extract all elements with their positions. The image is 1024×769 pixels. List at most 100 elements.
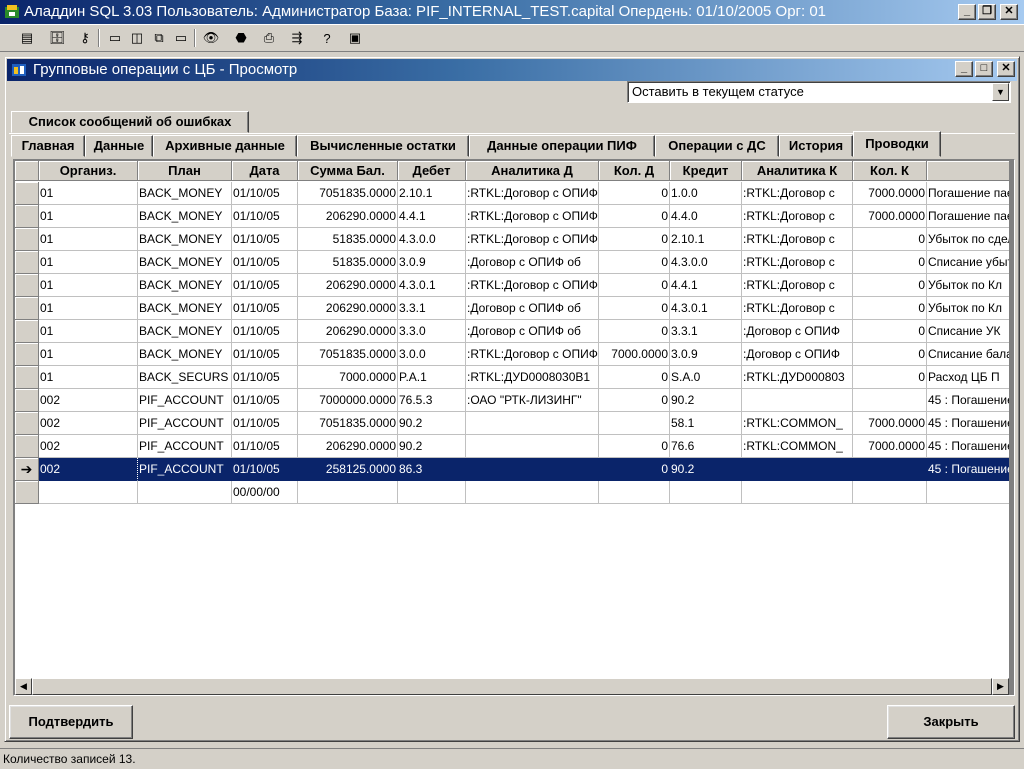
table-cell[interactable]	[466, 481, 599, 504]
export-icon[interactable]: ⇶	[286, 28, 308, 48]
table-cell[interactable]: 90.2	[670, 458, 742, 481]
table-cell[interactable]: 01/10/05	[232, 297, 298, 320]
column-header[interactable]	[927, 161, 1009, 181]
table-cell[interactable]: Списание УК	[927, 320, 1009, 343]
list-icon[interactable]: ▤	[16, 28, 38, 48]
binoculars-icon[interactable]: 👁	[200, 28, 222, 48]
child-close-button[interactable]: ✕	[997, 61, 1015, 77]
table-cell[interactable]: 01/10/05	[232, 389, 298, 412]
postings-grid[interactable]: Организ. План Дата Сумма Бал. Дебет Аналитика…	[13, 159, 1015, 696]
table-cell[interactable]: 4.3.0.1	[398, 274, 466, 297]
row-indicator[interactable]	[15, 182, 39, 205]
table-cell[interactable]: PIF_ACCOUNT	[138, 412, 232, 435]
tab-main[interactable]: Главная	[11, 135, 85, 157]
table-cell[interactable]: 01/10/05	[232, 205, 298, 228]
table-cell[interactable]: :RTKL:Договор с ОПИФ	[466, 274, 599, 297]
table-cell[interactable]: BACK_SECURS	[138, 366, 232, 389]
table-cell[interactable]: 58.1	[670, 412, 742, 435]
table-cell[interactable]	[742, 458, 853, 481]
table-cell[interactable]: 4.4.1	[670, 274, 742, 297]
table-cell[interactable]	[466, 412, 599, 435]
table-cell[interactable]: 7000.0000	[853, 412, 927, 435]
row-indicator[interactable]	[15, 251, 39, 274]
table-cell[interactable]: 002	[39, 412, 138, 435]
restore-button[interactable]: ❐	[978, 4, 996, 20]
table-cell[interactable]: BACK_MONEY	[138, 343, 232, 366]
table-cell[interactable]: 3.0.0	[398, 343, 466, 366]
table-cell[interactable]: 7000.0000	[853, 205, 927, 228]
table-cell[interactable]: :ОАО "РТК-ЛИЗИНГ"	[466, 389, 599, 412]
table-cell[interactable]: 01	[39, 205, 138, 228]
stop-icon[interactable]: ⬣	[230, 28, 252, 48]
row-indicator[interactable]	[15, 481, 39, 504]
table-cell[interactable]: :RTKL:Договор с ОПИФ	[466, 182, 599, 205]
table-cell[interactable]: 4.4.1	[398, 205, 466, 228]
table-cell[interactable]: 0	[853, 251, 927, 274]
table-cell[interactable]: BACK_MONEY	[138, 274, 232, 297]
table-cell[interactable]: BACK_MONEY	[138, 297, 232, 320]
window-icon[interactable]: ▭	[104, 28, 126, 48]
table-cell[interactable]: :RTKL:Договор с ОПИФ	[466, 205, 599, 228]
table-cell[interactable]	[466, 435, 599, 458]
table-cell[interactable]: 206290.0000	[298, 297, 398, 320]
table-cell[interactable]: :RTKL:Договор с ОПИФ	[466, 343, 599, 366]
table-cell[interactable]: 7000.0000	[853, 435, 927, 458]
table-cell[interactable]: S.A.0	[670, 366, 742, 389]
table-cell[interactable]	[39, 481, 138, 504]
tile-vertical-icon[interactable]: ◫	[126, 28, 148, 48]
table-cell[interactable]: 0	[599, 251, 670, 274]
table-cell[interactable]: 7000000.0000	[298, 389, 398, 412]
table-cell[interactable]	[466, 458, 599, 481]
chevron-down-icon[interactable]: ▼	[992, 83, 1009, 101]
help-icon[interactable]: ?	[316, 28, 338, 48]
table-cell[interactable]: :RTKL:Договор с	[742, 251, 853, 274]
window-disabled-icon[interactable]: ▭	[170, 28, 192, 48]
table-cell[interactable]: BACK_MONEY	[138, 320, 232, 343]
tab-pif-operation-data[interactable]: Данные операции ПИФ	[469, 135, 655, 157]
table-cell[interactable]: Списание убытка	[927, 251, 1009, 274]
scroll-right-icon[interactable]: ▶	[992, 678, 1009, 695]
table-cell[interactable]	[853, 458, 927, 481]
table-cell[interactable]: 01/10/05	[232, 435, 298, 458]
row-indicator[interactable]	[15, 320, 39, 343]
table-cell[interactable]: 0	[599, 182, 670, 205]
table-cell[interactable]: 45 : Погашение	[927, 458, 1009, 481]
row-indicator[interactable]	[15, 274, 39, 297]
table-cell[interactable]: 0	[599, 389, 670, 412]
child-minimize-button[interactable]: _	[955, 61, 973, 77]
table-cell[interactable]	[742, 389, 853, 412]
tab-cash-operations[interactable]: Операции с ДС	[655, 135, 779, 157]
column-header[interactable]: Аналитика К	[742, 161, 853, 181]
table-cell[interactable]: 90.2	[670, 389, 742, 412]
table-cell[interactable]: 7000.0000	[599, 343, 670, 366]
table-cell[interactable]: 90.2	[398, 435, 466, 458]
row-indicator[interactable]	[15, 435, 39, 458]
table-cell[interactable]: 01	[39, 343, 138, 366]
table-cell[interactable]: 3.0.9	[398, 251, 466, 274]
row-indicator[interactable]	[15, 389, 39, 412]
table-cell[interactable]	[599, 412, 670, 435]
table-cell[interactable]: 0	[853, 320, 927, 343]
table-cell[interactable]: 7051835.0000	[298, 412, 398, 435]
minimize-button[interactable]: _	[958, 4, 976, 20]
table-cell[interactable]: BACK_MONEY	[138, 228, 232, 251]
table-cell[interactable]: :RTKL:Договор с	[742, 205, 853, 228]
table-cell[interactable]: PIF_ACCOUNT	[138, 458, 232, 481]
table-cell[interactable]: 01/10/05	[232, 412, 298, 435]
status-select[interactable]: Оставить в текущем статусе ▼	[627, 81, 1011, 103]
table-cell[interactable]: :RTKL:Договор с	[742, 182, 853, 205]
table-cell[interactable]: BACK_MONEY	[138, 251, 232, 274]
table-cell[interactable]: 01/10/05	[232, 343, 298, 366]
row-indicator[interactable]	[15, 366, 39, 389]
table-cell[interactable]: 1.0.0	[670, 182, 742, 205]
table-cell[interactable]: 2.10.1	[398, 182, 466, 205]
table-cell[interactable]: Списание баланс	[927, 343, 1009, 366]
table-cell[interactable]: 51835.0000	[298, 228, 398, 251]
table-cell[interactable]: Убыток по Кл	[927, 274, 1009, 297]
scroll-left-icon[interactable]: ◀	[15, 678, 32, 695]
table-cell[interactable]: 01/10/05	[232, 228, 298, 251]
table-cell[interactable]: BACK_MONEY	[138, 182, 232, 205]
table-cell[interactable]: 4.3.0.0	[398, 228, 466, 251]
table-cell[interactable]: :RTKL:Договор с	[742, 274, 853, 297]
table-cell[interactable]: :Договор с ОПИФ об	[466, 297, 599, 320]
